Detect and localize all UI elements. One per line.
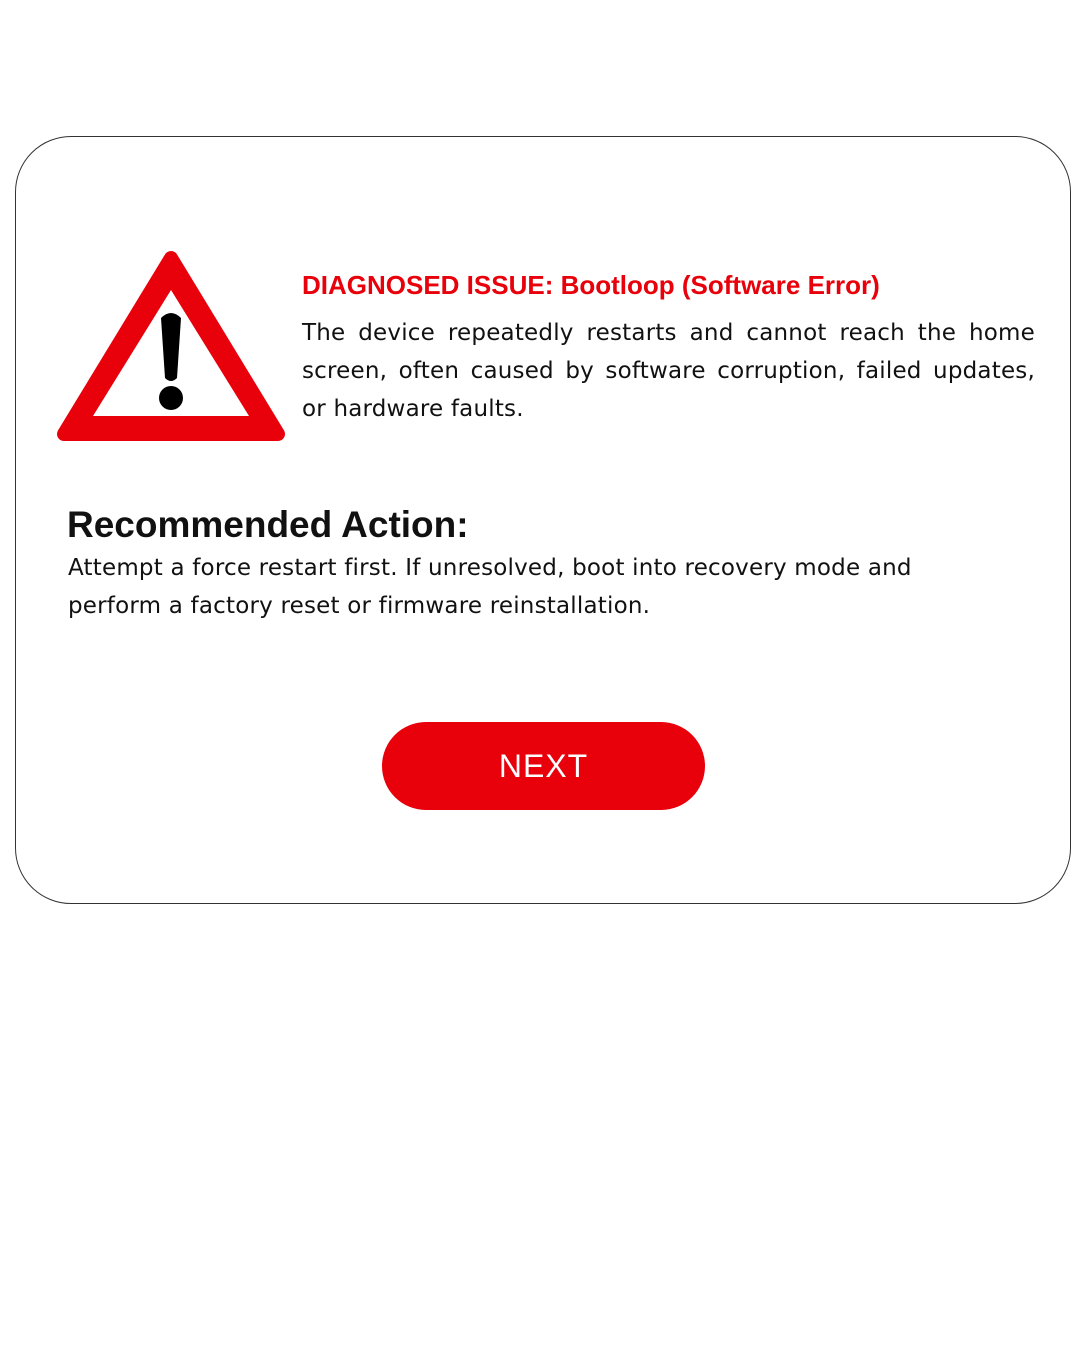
recommended-action-heading: Recommended Action: <box>67 504 469 545</box>
issue-title: DIAGNOSED ISSUE: Bootloop (Software Erro… <box>302 270 880 300</box>
issue-description: The device repeatedly restarts and canno… <box>302 320 1035 422</box>
next-button[interactable]: NEXT <box>382 722 705 810</box>
recommended-action-description: Attempt a force restart first. If unreso… <box>68 555 912 619</box>
warning-triangle-icon <box>57 251 285 441</box>
